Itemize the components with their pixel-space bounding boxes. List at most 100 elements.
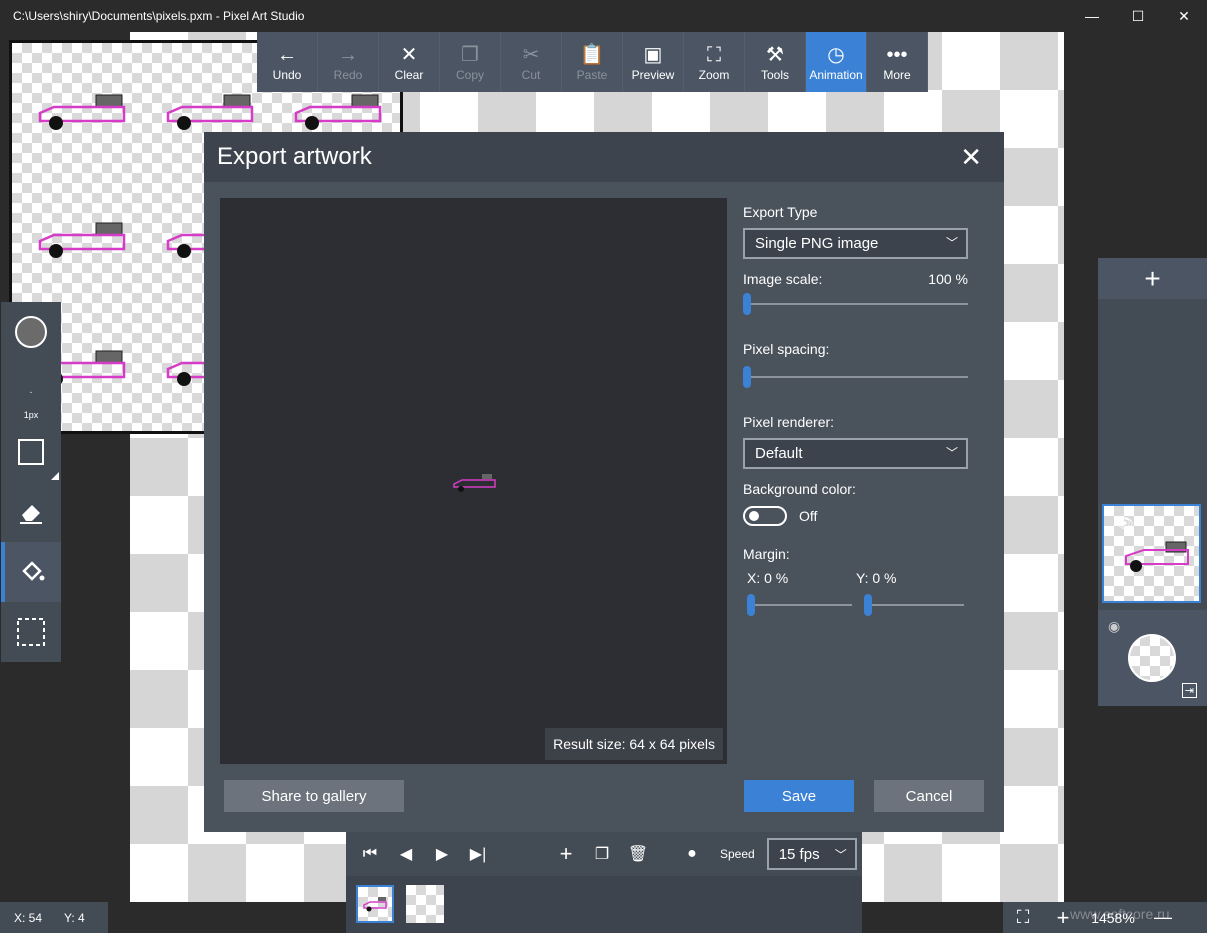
play-icon[interactable]: ▶ <box>424 832 460 876</box>
color-circle-icon <box>15 316 47 348</box>
frame-thumbnail-1[interactable] <box>356 885 394 923</box>
export-settings: Export Type Single PNG image ﹀ Image sca… <box>743 198 968 616</box>
background-toggle[interactable] <box>743 506 787 526</box>
car-preview-image <box>453 474 496 492</box>
animation-bar: ⏮ ◀ ▶ ▶| + ❐ 🗑 ● Speed 15 fps ﹀ <box>346 832 862 876</box>
close-dialog-icon[interactable]: ✕ <box>960 142 982 173</box>
tools-icon: ⚒ <box>766 44 784 66</box>
pixel-spacing-slider[interactable] <box>743 366 968 388</box>
toolbar-label: Copy <box>455 68 484 82</box>
corner-arrow-icon <box>51 472 59 480</box>
cut-button[interactable]: ✂ Cut <box>501 32 562 92</box>
share-to-gallery-button[interactable]: Share to gallery <box>224 780 404 812</box>
zoom-button[interactable]: ⛶ Zoom <box>684 32 745 92</box>
image-scale-slider[interactable] <box>743 293 968 315</box>
delete-frame-icon[interactable]: 🗑 <box>620 832 656 876</box>
layer-thumbnail-2[interactable]: ◉ ⇥ <box>1098 610 1207 706</box>
speed-select[interactable]: 15 fps ﹀ <box>766 838 857 870</box>
margin-y-slider[interactable] <box>864 594 964 616</box>
scissors-icon: ✂ <box>522 44 540 66</box>
slider-track <box>747 604 852 606</box>
tools-button[interactable]: ⚒ Tools <box>745 32 806 92</box>
chevron-down-icon: ﹀ <box>945 446 958 460</box>
preview-button[interactable]: ▣ Preview <box>623 32 684 92</box>
margin-x-slider[interactable] <box>747 594 852 616</box>
frames-strip <box>346 876 862 933</box>
rectangle-tool[interactable] <box>1 422 61 482</box>
minimize-button[interactable]: — <box>1069 0 1115 32</box>
fit-screen-icon[interactable]: ⛶ <box>1003 907 1043 928</box>
eraser-tool[interactable] <box>1 482 61 542</box>
frame-thumbnail-2[interactable] <box>406 885 444 923</box>
pixel-renderer-value: Default <box>755 445 803 462</box>
car-tile <box>294 94 382 130</box>
duplicate-frame-icon[interactable]: ❐ <box>584 832 620 876</box>
speed-value: 15 fps <box>778 845 820 863</box>
add-layer-button[interactable]: + <box>1098 258 1207 299</box>
slider-thumb[interactable] <box>743 293 751 315</box>
x-coordinate: X: 54 <box>14 910 43 925</box>
toolbar-label: Animation <box>809 68 863 82</box>
toolbar-label: Tools <box>760 68 789 82</box>
pixel-spacing-label: Pixel spacing: <box>743 341 830 357</box>
undo-button[interactable]: ← Undo <box>257 32 318 92</box>
pixel-renderer-label: Pixel renderer: <box>743 414 835 430</box>
more-icon: ••• <box>886 44 908 66</box>
y-coordinate: Y: 4 <box>64 910 85 925</box>
animation-button[interactable]: ◷ Animation <box>806 32 867 92</box>
layer-thumbnail-1[interactable]: 👁 <box>1102 504 1201 603</box>
paint-bucket-icon <box>22 561 45 581</box>
paste-button[interactable]: 📋 Paste <box>562 32 623 92</box>
slider-thumb[interactable] <box>743 366 751 388</box>
copy-icon: ❐ <box>461 44 479 66</box>
clock-icon: ◷ <box>827 44 845 66</box>
maximize-button[interactable]: ☐ <box>1115 0 1161 32</box>
title-bar: C:\Users\shiry\Documents\pixels.pxm - Pi… <box>0 0 1207 32</box>
toggle-knob <box>749 511 759 521</box>
save-button[interactable]: Save <box>744 780 854 812</box>
car-tile <box>166 94 254 130</box>
onion-skin-icon[interactable]: ● <box>674 832 710 876</box>
cancel-button[interactable]: Cancel <box>874 780 984 812</box>
add-frame-icon[interactable]: + <box>548 832 584 876</box>
zoom-icon: ⛶ <box>707 44 721 66</box>
rectangle-icon <box>18 439 44 465</box>
margin-x-label: X: 0 % <box>747 570 789 586</box>
toolbar-label: Cut <box>521 68 541 82</box>
window-title: C:\Users\shiry\Documents\pixels.pxm - Pi… <box>13 9 305 23</box>
car-tile <box>38 222 126 258</box>
selection-tool[interactable] <box>1 602 61 662</box>
margin-y-label: Y: 0 % <box>856 570 897 586</box>
svg-text:👁: 👁 <box>1116 516 1134 532</box>
coordinates-status: X: 54 Y: 4 <box>0 902 108 933</box>
brush-size-label: 1px <box>23 410 39 420</box>
fill-tool[interactable] <box>1 542 61 602</box>
eraser-icon <box>20 505 42 524</box>
plus-icon: + <box>1144 262 1161 294</box>
more-button[interactable]: ••• More <box>867 32 928 92</box>
next-frame-icon[interactable]: ▶| <box>460 832 496 876</box>
brush-size-tool[interactable]: · 1px <box>1 362 61 422</box>
redo-button[interactable]: → Redo <box>318 32 379 92</box>
preview-icon: ▣ <box>643 44 663 66</box>
copy-button[interactable]: ❐ Copy <box>440 32 501 92</box>
main-toolbar: ← Undo → Redo ✕ Clear ❐ Copy ✂ Cut 📋 Paste ▣ Preview ⛶… <box>257 32 928 92</box>
background-toggle-label: Off <box>799 508 818 524</box>
export-type-label: Export Type <box>743 204 818 220</box>
export-type-select[interactable]: Single PNG image ﹀ <box>743 228 968 259</box>
previous-frame-icon[interactable]: ◀ <box>388 832 424 876</box>
color-picker-tool[interactable] <box>1 302 61 362</box>
first-frame-icon[interactable]: ⏮ <box>352 832 388 876</box>
background-color-label: Background color: <box>743 481 856 497</box>
layers-panel: + 👁 ◉ ⇥ <box>1098 258 1207 706</box>
clear-button[interactable]: ✕ Clear <box>379 32 440 92</box>
slider-thumb[interactable] <box>864 594 872 616</box>
car-frame-preview <box>363 897 387 912</box>
pixel-renderer-select[interactable]: Default ﹀ <box>743 438 968 469</box>
export-preview: Result size: 64 x 64 pixels <box>220 198 727 764</box>
close-window-button[interactable]: ✕ <box>1161 0 1207 32</box>
slider-thumb[interactable] <box>747 594 755 616</box>
layer-options-icon[interactable]: ⇥ <box>1181 683 1197 698</box>
dialog-header: Export artwork ✕ <box>204 132 1004 182</box>
toolbar-label: Paste <box>576 68 608 82</box>
